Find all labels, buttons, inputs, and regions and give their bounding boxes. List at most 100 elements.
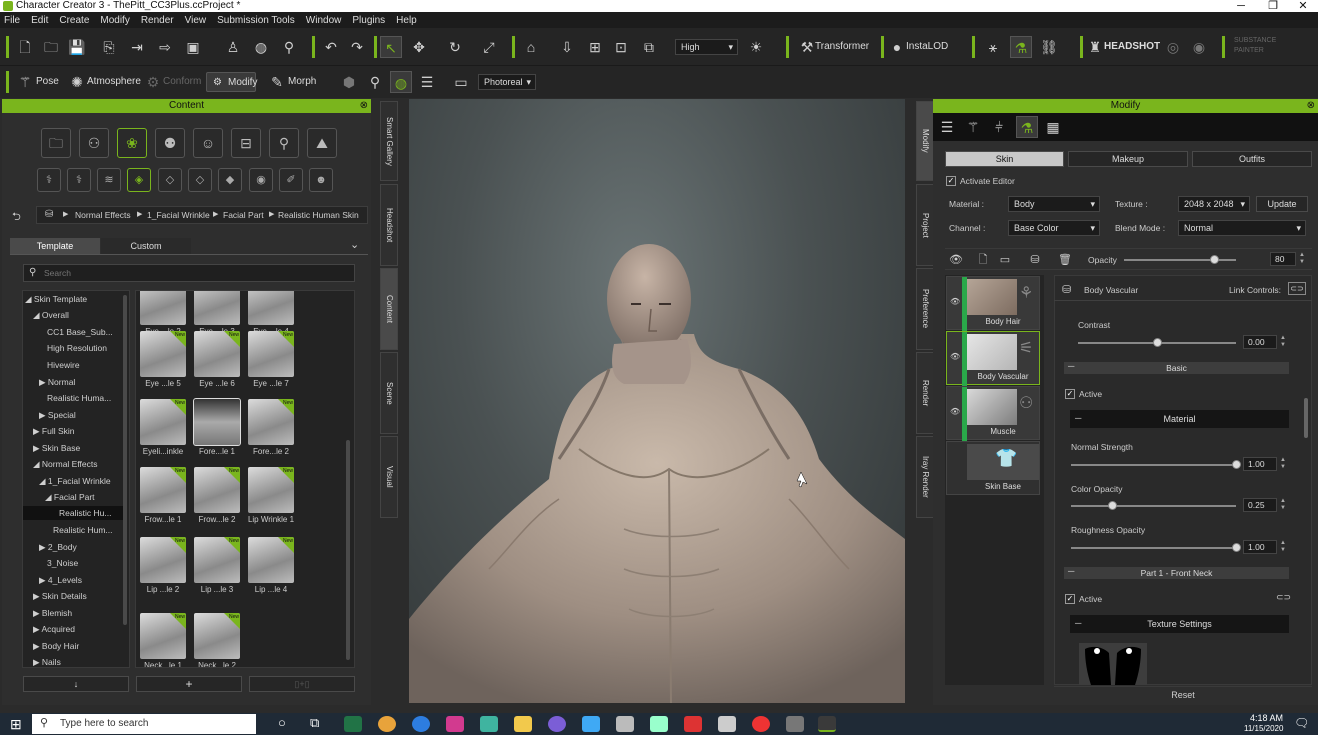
notification-icon[interactable]: 🗨 (1294, 716, 1309, 730)
collapse-icon[interactable]: ─ (1075, 413, 1081, 423)
template-thumbnail[interactable]: New (140, 331, 186, 377)
motion-icon[interactable]: ⚚ (962, 116, 984, 138)
tree-item[interactable]: High Resolution (47, 343, 107, 353)
clock-time[interactable]: 4:18 AM (1250, 713, 1283, 723)
breadcrumb-item[interactable]: 1_Facial Wrinkle (147, 210, 210, 220)
update-button[interactable]: Update (1256, 196, 1308, 212)
smart-tool-icon[interactable]: ◍ (390, 71, 412, 93)
character-creator-app-icon[interactable] (818, 716, 836, 732)
outfit-icon[interactable]: ⚉ (155, 128, 185, 158)
menu-render[interactable]: Render (141, 15, 174, 26)
download-button[interactable]: ↓ (23, 676, 129, 692)
fit-view-icon[interactable]: ⊞ (584, 36, 606, 58)
collapse-icon[interactable]: ⌄ (350, 238, 359, 251)
color-opacity-slider[interactable] (1071, 505, 1236, 507)
tree-item[interactable]: ▶ 4_Levels (39, 575, 82, 586)
skin-tool-icon[interactable]: ⚗ (1010, 36, 1032, 58)
select-tool-icon[interactable]: ↖ (380, 36, 402, 58)
calculator-app-icon[interactable] (344, 716, 362, 732)
scale-tool-icon[interactable]: ⤢ (478, 36, 500, 58)
edge-app-icon[interactable] (412, 716, 430, 732)
camera-down-icon[interactable]: ⇩ (556, 36, 578, 58)
brush-icon[interactable]: ✐ (279, 168, 303, 192)
texture-icon[interactable]: ◇ (188, 168, 212, 192)
cloth-tool-icon[interactable]: ⛓ (1038, 36, 1060, 58)
taskbar-search[interactable]: ⚲ Type here to search (32, 714, 256, 734)
save-icon[interactable]: 💾 (66, 36, 88, 58)
tree-item[interactable]: ▶ Special (39, 410, 76, 421)
menu-submission-tools[interactable]: Submission Tools (217, 15, 295, 26)
recorder-app-icon[interactable] (752, 716, 770, 732)
add-button[interactable]: + (136, 676, 242, 692)
eye-icon[interactable]: ◉ (249, 168, 273, 192)
template-thumbnail[interactable] (140, 291, 186, 325)
attributes-icon[interactable]: ☰ (936, 116, 958, 138)
template-thumbnail[interactable]: New (140, 467, 186, 513)
material-section-header[interactable]: Material (1070, 410, 1289, 428)
layer-visibility-icon[interactable]: 👁 (950, 297, 960, 306)
normal-strength-value[interactable]: 1.00 (1243, 457, 1277, 471)
material-icon[interactable]: ◆ (218, 168, 242, 192)
reset-button[interactable]: Reset (1054, 686, 1312, 702)
tab-render[interactable]: Render (916, 352, 934, 434)
layer-muscle[interactable]: 👁 ⚇ Muscle (946, 386, 1040, 441)
template-thumbnail[interactable]: New (248, 331, 294, 377)
menu-window[interactable]: Window (306, 15, 342, 26)
checker-icon[interactable]: ▦ (1042, 116, 1064, 138)
blender-app-icon[interactable] (650, 716, 668, 732)
pose-button[interactable]: Pose (36, 71, 59, 93)
batch-button[interactable]: ▯+▯ (249, 676, 355, 692)
tree-item[interactable]: ◢ Overall (33, 310, 69, 321)
active-checkbox[interactable]: ✓ (1065, 389, 1075, 399)
new-layer-icon[interactable]: 🗋 (972, 249, 994, 271)
opacity-slider[interactable] (1124, 259, 1236, 261)
new-file-icon[interactable]: 🗋 (14, 36, 36, 58)
scene-category-icon[interactable]: ⛰ (307, 128, 337, 158)
tab-modify[interactable]: Modify (916, 101, 934, 181)
tree-item[interactable]: ◢ 1_Facial Wrinkle (39, 476, 111, 487)
light-icon[interactable]: ☀ (745, 36, 767, 58)
color-opacity-value[interactable]: 0.25 (1243, 498, 1277, 512)
color-opacity-spinner[interactable]: ▲ ▼ (1279, 498, 1287, 512)
tab-preference[interactable]: Preference (916, 268, 934, 350)
close-icon[interactable]: ⊗ (360, 100, 368, 111)
tree-item[interactable]: ▶ Blemish (33, 608, 72, 619)
texture-mask-preview[interactable] (1079, 643, 1147, 685)
tree-item[interactable]: Hivewire (47, 360, 80, 370)
substance-painter-button[interactable]: SUBSTANCE PAINTER (1234, 36, 1288, 56)
tree-item[interactable]: ▶ 2_Body (39, 542, 77, 553)
tab-project[interactable]: Project (916, 184, 934, 266)
menu-view[interactable]: View (185, 15, 207, 26)
tree-item[interactable]: ▶ Nails (33, 657, 61, 668)
morph-slider-icon[interactable]: ⫩ (988, 116, 1010, 138)
close-button[interactable]: ✕ (1288, 0, 1318, 12)
normal-strength-slider[interactable] (1071, 464, 1236, 466)
search-tool-icon[interactable]: ⚲ (364, 71, 386, 93)
template-thumbnail[interactable] (193, 398, 241, 446)
back-icon[interactable]: ⮌ (12, 208, 21, 227)
link-icon[interactable]: ⊂⊃ (1288, 282, 1306, 295)
tree-item[interactable]: ▶ Full Skin (33, 426, 75, 437)
pose-category-icon[interactable]: ⚲ (269, 128, 299, 158)
quality-dropdown[interactable]: High (675, 39, 738, 55)
hair-icon[interactable]: ≋ (97, 168, 121, 192)
part1-active-checkbox[interactable]: ✓ (1065, 594, 1075, 604)
roughness-opacity-spinner[interactable]: ▲ ▼ (1279, 540, 1287, 554)
morph-icon-1[interactable]: ⚕ (37, 168, 61, 192)
minimize-button[interactable]: ─ (1226, 0, 1256, 12)
template-thumbnail[interactable] (194, 291, 240, 325)
headshot-button[interactable]: HEADSHOT (1104, 36, 1160, 58)
pose-icon[interactable]: ⚲ (278, 36, 300, 58)
breadcrumb-item[interactable]: Facial Part (223, 210, 264, 220)
skin-template-icon[interactable]: ◈ (127, 168, 151, 192)
link-icon[interactable]: ⊂⊃ (1276, 592, 1291, 603)
eye-visibility-icon[interactable]: 👁 (945, 249, 967, 271)
template-thumbnail[interactable] (248, 291, 294, 325)
modify-button[interactable]: ⚙ Modify (206, 72, 257, 92)
menu-create[interactable]: Create (59, 15, 89, 26)
breadcrumb-item[interactable]: Realistic Human Skin (278, 210, 359, 220)
template-thumbnail[interactable]: New (248, 399, 294, 445)
windows-start-icon[interactable]: ⊞ (10, 716, 22, 733)
search-box[interactable]: ⚲ (23, 264, 355, 282)
opacity-slider-knob[interactable] (1209, 255, 1219, 264)
